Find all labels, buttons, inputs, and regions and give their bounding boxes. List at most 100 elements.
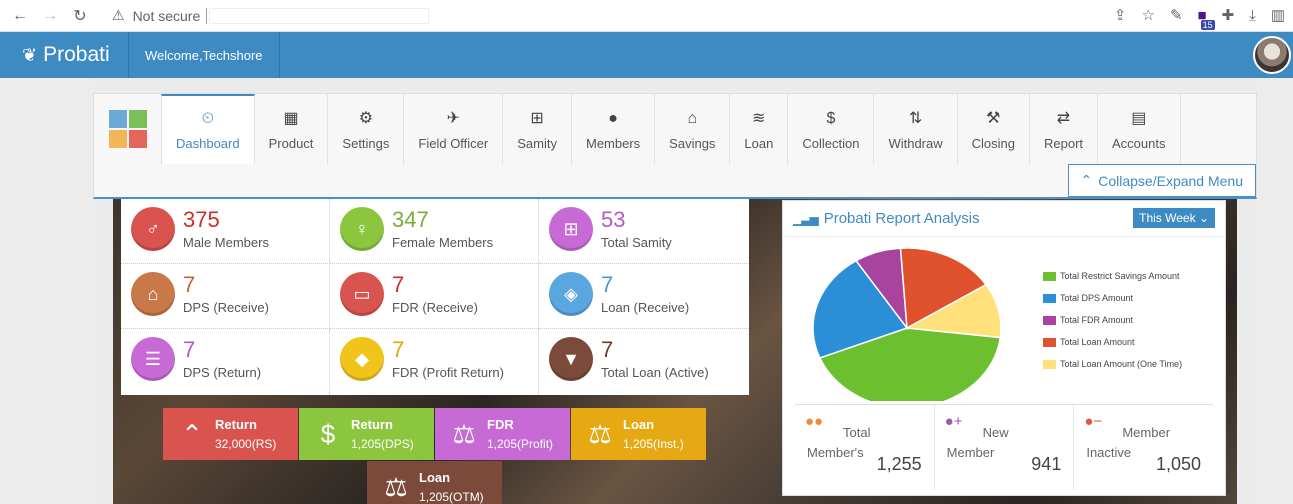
collection-icon: $ (826, 110, 836, 127)
menu-item-savings[interactable]: ⌂ Savings (655, 94, 731, 164)
menu-item-label: Savings (669, 136, 716, 151)
collapse-label: Collapse/Expand Menu (1098, 172, 1243, 189)
menu-item-accounts[interactable]: ▤ Accounts (1098, 94, 1181, 164)
withdraw-icon: ⇅ (908, 110, 923, 127)
tile-value: 1,205(Profit) (487, 437, 554, 451)
legend-item[interactable]: Total Loan Amount (1043, 331, 1182, 353)
welcome-text: Welcome,Techshore (129, 32, 280, 78)
avatar[interactable] (1253, 36, 1291, 74)
summary-tile[interactable]: $ Return 1,205(DPS) (299, 408, 434, 460)
brand-logo[interactable]: ❦ Probati (0, 32, 129, 78)
summary-tile[interactable]: ⚖ FDR 1,205(Profit) (435, 408, 570, 460)
menu-item-field-officer[interactable]: ✈ Field Officer (404, 94, 504, 164)
stat-card[interactable]: ▭ 7 FDR (Receive) (330, 264, 539, 329)
menu-item-closing[interactable]: ⚒ Closing (958, 94, 1030, 164)
tiles-icon (108, 110, 147, 148)
menu-item-members[interactable]: ● Members (572, 94, 656, 164)
menu-item-loan[interactable]: ≋ Loan (730, 94, 789, 164)
forward-icon[interactable]: → (40, 6, 60, 26)
stat-label: Loan (Receive) (601, 300, 690, 315)
stat-card[interactable]: ♂ 375 Male Members (121, 199, 330, 264)
stat-card[interactable]: ◆ 7 FDR (Profit Return) (330, 329, 539, 395)
puzzle-icon[interactable]: ✚ (1222, 6, 1235, 24)
summary-value: 1,255 (876, 454, 922, 474)
stat-value: 7 (392, 272, 405, 297)
members-icon: ●− (1084, 413, 1103, 430)
eyedropper-icon[interactable]: ✎ (1170, 6, 1183, 24)
report-icon: ⇄ (1056, 110, 1071, 127)
summary-label-line1: New (982, 425, 1009, 440)
product-icon: ▦ (283, 110, 299, 127)
stat-icon: ☰ (131, 337, 175, 381)
chart-legend: Total Restrict Savings Amount Total DPS A… (1043, 265, 1182, 375)
stat-card[interactable]: ☰ 7 DPS (Return) (121, 329, 330, 395)
menu-item-dashboard[interactable]: ⏲ Dashboard (161, 94, 255, 164)
stat-card[interactable]: ⌂ 7 DPS (Receive) (121, 264, 330, 329)
legend-label: Total FDR Amount (1060, 315, 1134, 325)
stat-icon: ♂ (131, 207, 175, 251)
legend-item[interactable]: Total Loan Amount (One Time) (1043, 353, 1182, 375)
menu-item-label: Closing (971, 136, 1015, 151)
address-bar[interactable]: ⚠ Not secure (112, 2, 1112, 30)
legend-item[interactable]: Total FDR Amount (1043, 309, 1182, 331)
menu-item-label: Members (585, 136, 641, 151)
collapse-expand-button[interactable]: ⌃ Collapse/Expand Menu (1067, 164, 1256, 197)
menu-item-collection[interactable]: $ Collection (788, 94, 875, 164)
stat-text: 7 FDR (Receive) (392, 272, 478, 315)
legend-item[interactable]: Total DPS Amount (1043, 287, 1182, 309)
page-background-right (1257, 78, 1293, 504)
stat-card[interactable]: ◈ 7 Loan (Receive) (539, 264, 749, 329)
menu-item-label: Samity (517, 136, 557, 151)
summary-tile[interactable]: ⚖ Loan 1,205(OTM) (367, 461, 502, 504)
summary-label-line1: Total (843, 425, 871, 440)
menu-item-settings[interactable]: ⚙ Settings (328, 94, 405, 164)
menu-item-samity[interactable]: ⊞ Samity (503, 94, 572, 164)
summary-tile[interactable]: ⚖ Loan 1,205(Inst.) (571, 408, 706, 460)
menu-item-product[interactable]: ▦ Product (255, 94, 329, 164)
stat-value: 347 (392, 207, 429, 232)
share-icon[interactable]: ⇪ (1114, 6, 1127, 24)
app-header: ❦ Probati Welcome,Techshore (0, 32, 1293, 78)
summary-tile[interactable]: ⌃ Return 32,000(RS) (163, 408, 298, 460)
tiles-logo[interactable] (94, 94, 161, 164)
field-officer-icon: ✈ (446, 110, 461, 127)
period-dropdown[interactable]: This Week ⌄ (1133, 208, 1215, 228)
tile-text: Loan 1,205(OTM) (419, 470, 484, 504)
stat-text: 347 Female Members (392, 207, 493, 250)
pie-chart (812, 247, 1002, 401)
summary-label-line2: Member (946, 445, 995, 460)
closing-icon: ⚒ (986, 110, 1001, 127)
accounts-icon: ▤ (1131, 110, 1147, 127)
stat-value: 375 (183, 207, 220, 232)
tile-title: Loan (623, 417, 655, 432)
menu-item-report[interactable]: ⇄ Report (1030, 94, 1099, 164)
menu-item-withdraw[interactable]: ⇅ Withdraw (874, 94, 958, 164)
stat-card[interactable]: ♀ 347 Female Members (330, 199, 539, 264)
stat-value: 7 (392, 337, 405, 362)
legend-swatch (1043, 315, 1056, 325)
bookmark-star-icon[interactable]: ☆ (1142, 6, 1155, 24)
extension-icon[interactable]: ■ 15 (1198, 7, 1215, 30)
bar-chart-icon: ▁▃▅ (793, 211, 819, 226)
member-summary: ●− Member Inactive 1,050 (1074, 405, 1213, 490)
download-icon[interactable]: ⤓ (1249, 7, 1256, 24)
tile-title: FDR (487, 417, 514, 432)
report-title: Probati Report Analysis (823, 210, 980, 227)
stat-card[interactable]: ⊞ 53 Total Samity (539, 199, 749, 264)
stat-icon: ◆ (340, 337, 384, 381)
stat-text: 7 DPS (Return) (183, 337, 261, 380)
tile-text: Loan 1,205(Inst.) (623, 417, 684, 451)
dashboard-icon: ⏲ (201, 110, 215, 127)
member-summary: ●+ New Member 941 (935, 405, 1075, 490)
tile-title: Loan (419, 470, 451, 485)
brand-name: Probati (43, 43, 110, 66)
reload-icon[interactable]: ↻ (70, 6, 90, 26)
address-separator (206, 7, 208, 24)
tile-icon: $ (320, 418, 336, 449)
stat-label: DPS (Return) (183, 365, 262, 380)
legend-item[interactable]: Total Restrict Savings Amount (1043, 265, 1182, 287)
back-icon[interactable]: ← (10, 6, 30, 26)
members-icon: ● (608, 110, 618, 127)
sidepanel-icon[interactable]: ▥ (1271, 6, 1285, 24)
stat-card[interactable]: ▼ 7 Total Loan (Active) (539, 329, 749, 395)
